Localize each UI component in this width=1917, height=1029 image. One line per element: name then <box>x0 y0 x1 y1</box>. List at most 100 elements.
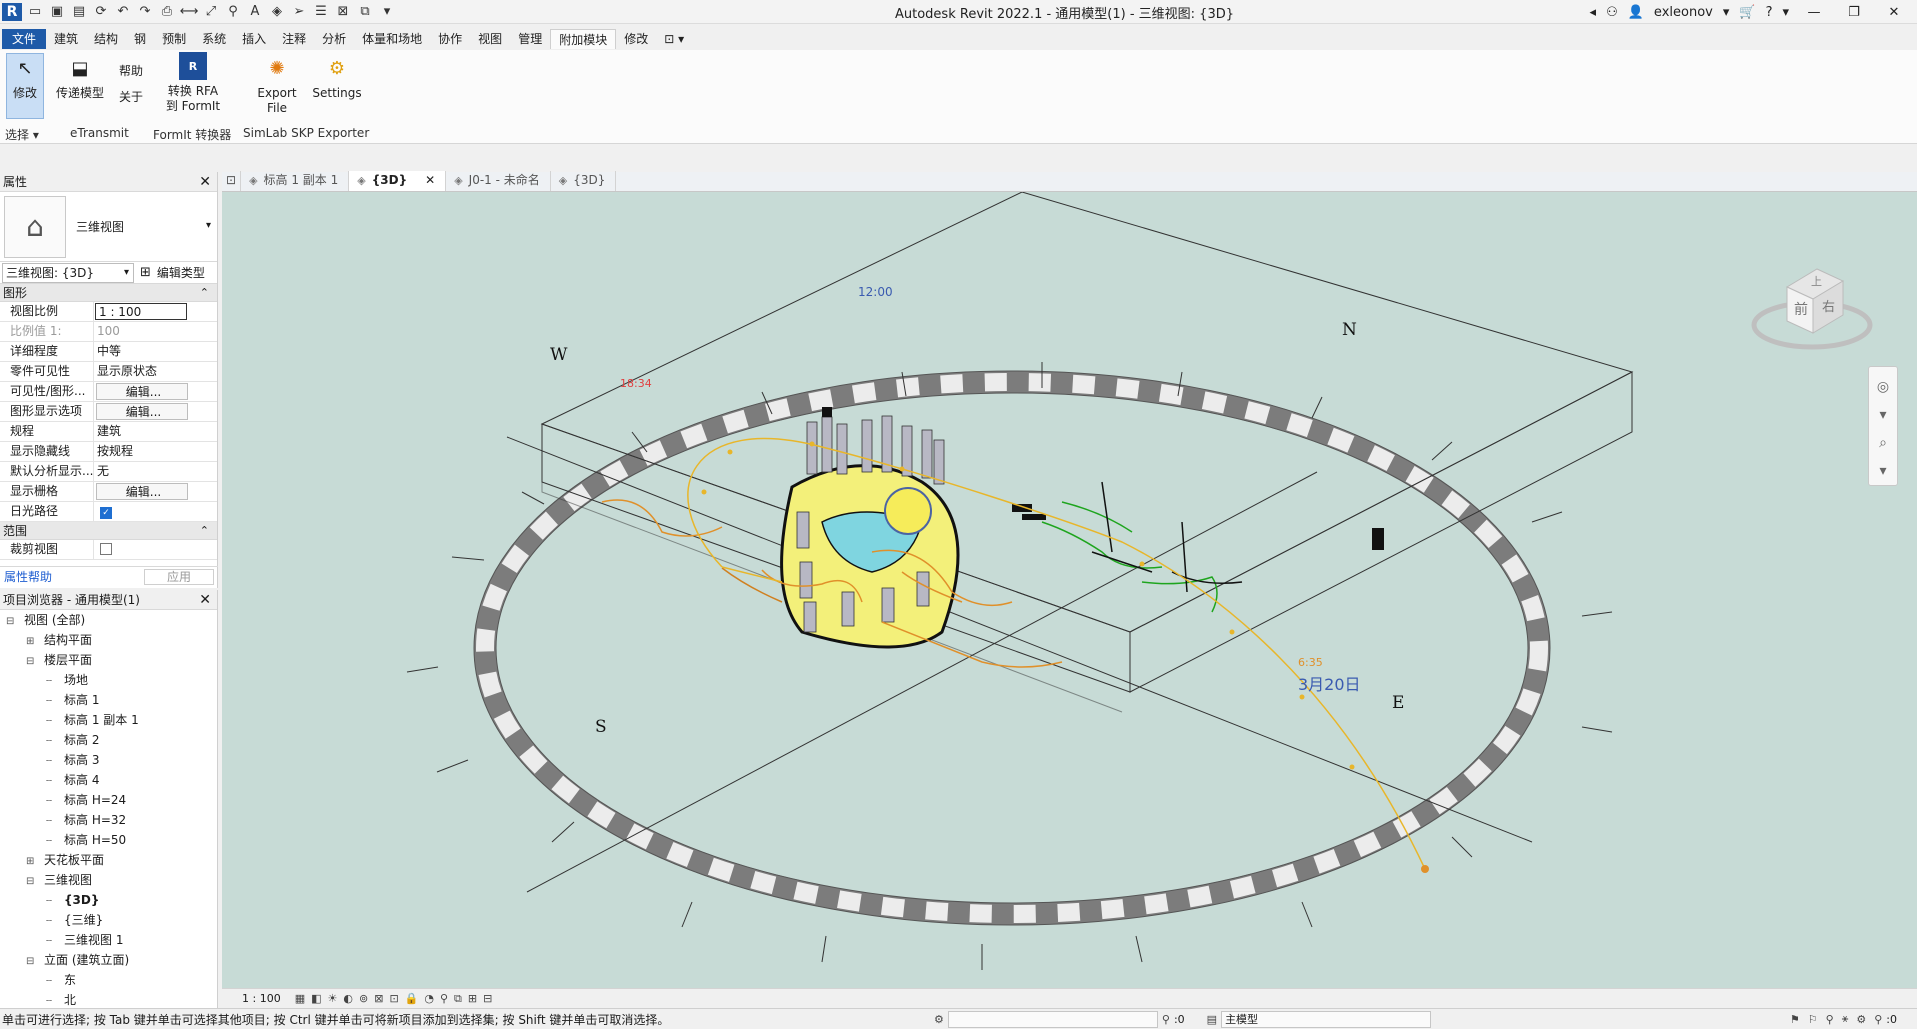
property-value[interactable]: 无 <box>94 462 186 481</box>
filter-icon[interactable]: ⚲ <box>1162 1013 1170 1026</box>
close-window-button[interactable]: ✕ <box>1879 5 1909 20</box>
ribbon-tab[interactable]: 分析 <box>314 29 354 49</box>
property-value[interactable]: 按规程 <box>94 442 186 461</box>
zoom-icon[interactable]: ⌕ <box>1869 435 1897 451</box>
ribbon-toggle-icon[interactable]: ⊡ ▾ <box>656 29 692 49</box>
browser-node[interactable]: ⊟ 楼层平面 <box>0 650 217 670</box>
print-icon[interactable]: ⎙ <box>158 3 176 21</box>
user-dropdown-icon[interactable]: ▾ <box>1723 5 1730 20</box>
drawing-canvas[interactable]: W N E S 12:00 6:35 18:34 3月20日 上 前 右 ◎ ▾… <box>222 192 1917 988</box>
expand-toggle-icon[interactable]: ⊟ <box>26 952 38 972</box>
browser-node[interactable]: ┄ 标高 3 <box>0 750 217 770</box>
browser-node[interactable]: ┄ {3D} <box>0 890 217 910</box>
view-tab[interactable]: ◈ {3D} ✕ <box>349 171 447 191</box>
worksharing-icon[interactable]: ⧉ <box>454 992 462 1006</box>
property-value[interactable]: 建筑 <box>94 422 186 441</box>
ribbon-tab[interactable]: 预制 <box>154 29 194 49</box>
highlight-icon[interactable]: ⊟ <box>483 992 492 1005</box>
type-selector[interactable]: ⌂ 三维视图 ▾ <box>0 192 217 262</box>
property-value[interactable]: ✓ <box>94 502 186 521</box>
collapse-icon[interactable]: ⌃ <box>200 284 209 302</box>
visual-style-icon[interactable]: ◧ <box>311 992 321 1005</box>
temp-hide-icon[interactable]: ◔ <box>424 992 434 1005</box>
about-button[interactable]: 关于 <box>118 90 144 105</box>
save-icon[interactable]: ▤ <box>70 3 88 21</box>
crop-view-checkbox[interactable] <box>100 543 112 555</box>
view-scale[interactable]: 1 : 100 <box>242 992 281 1005</box>
property-value[interactable]: 显示原状态 <box>94 362 186 381</box>
properties-help-link[interactable]: 属性帮助 <box>4 568 52 585</box>
tag-icon[interactable]: ⚲ <box>224 3 242 21</box>
expand-toggle-icon[interactable]: ⊟ <box>26 872 38 892</box>
close-icon[interactable]: ✕ <box>199 172 211 192</box>
ribbon-tab[interactable]: 修改 <box>616 29 656 49</box>
shadows-icon[interactable]: ◐ <box>343 992 353 1005</box>
expand-toggle-icon[interactable]: ⊞ <box>26 852 38 872</box>
ribbon-tab[interactable]: 附加模块 <box>550 29 617 49</box>
view-tab[interactable]: ◈ 标高 1 副本 1 <box>241 171 350 191</box>
property-value[interactable]: 编辑... <box>96 483 188 500</box>
chevron-down-icon[interactable]: ▾ <box>1869 463 1897 479</box>
browser-node[interactable]: ┄ 标高 1 <box>0 690 217 710</box>
graphics-section[interactable]: 图形 ⌃ <box>0 284 217 302</box>
ribbon-tab[interactable]: 协作 <box>430 29 470 49</box>
analytical-icon[interactable]: ⊞ <box>468 992 477 1005</box>
chevron-down-icon[interactable]: ▾ <box>206 220 211 231</box>
show-crop-icon[interactable]: ⊡ <box>389 992 398 1005</box>
ribbon-tab[interactable]: 管理 <box>510 29 550 49</box>
select-face-icon[interactable]: ⚹ <box>1842 1012 1849 1026</box>
undo-icon[interactable]: ↶ <box>114 3 132 21</box>
property-value[interactable]: 编辑... <box>96 403 188 420</box>
modify-button[interactable]: ↖ 修改 <box>6 53 44 119</box>
browser-node[interactable]: ┄ 标高 H=32 <box>0 810 217 830</box>
browser-node[interactable]: ┄ 东 <box>0 970 217 990</box>
section-icon[interactable]: ➢ <box>290 3 308 21</box>
browser-node[interactable]: ┄ 场地 <box>0 670 217 690</box>
browser-node[interactable]: ┄ 标高 4 <box>0 770 217 790</box>
ribbon-tab[interactable]: 建筑 <box>46 29 86 49</box>
user-name[interactable]: exleonov <box>1654 5 1713 20</box>
edit-type-button[interactable]: 编辑类型 <box>157 264 205 281</box>
select-pinned-icon[interactable]: ⚲ <box>1826 1013 1834 1026</box>
model-field[interactable]: 主模型 <box>1221 1010 1432 1028</box>
view-selector-dropdown[interactable]: 三维视图: {3D} <box>2 262 134 283</box>
property-value[interactable]: 编辑... <box>96 383 188 400</box>
browser-node[interactable]: ┄ 北 <box>0 990 217 1008</box>
ribbon-tab[interactable]: 体量和场地 <box>354 29 430 49</box>
crop-view-icon[interactable]: ⊠ <box>374 992 383 1005</box>
minimize-button[interactable]: — <box>1799 5 1829 20</box>
render-icon[interactable]: ⊚ <box>359 992 368 1005</box>
select-links-icon[interactable]: ⚑ <box>1790 1013 1800 1026</box>
close-hidden-icon[interactable]: ⊠ <box>334 3 352 21</box>
ribbon-tab[interactable]: 文件 <box>2 29 47 49</box>
collapse-icon[interactable]: ⌃ <box>200 522 209 540</box>
text-icon[interactable]: A <box>246 3 264 21</box>
browser-node[interactable]: ⊞ 结构平面 <box>0 630 217 650</box>
close-tab-icon[interactable]: ✕ <box>425 173 435 187</box>
view-tab[interactable]: ◈ J0-1 - 未命名 <box>446 171 551 191</box>
settings-button[interactable]: ⚙ Settings <box>312 54 362 101</box>
browser-node[interactable]: ┄ 标高 1 副本 1 <box>0 710 217 730</box>
reveal-hidden-icon[interactable]: ⚲ <box>440 992 448 1005</box>
restore-button[interactable]: ❐ <box>1839 5 1869 20</box>
expand-toggle-icon[interactable]: ⊟ <box>6 612 18 632</box>
cart-icon[interactable]: 🛒 <box>1739 5 1755 20</box>
customize-qat-icon[interactable]: ▾ <box>378 3 396 21</box>
view-tab[interactable]: ◈ {3D} <box>551 171 617 191</box>
sun-path-icon[interactable]: ☀ <box>328 992 338 1005</box>
steering-wheel-icon[interactable]: ◎ <box>1869 379 1897 395</box>
sun-path-3d-view[interactable]: W N E S 12:00 6:35 18:34 3月20日 <box>222 192 1917 988</box>
convert-rfa-button[interactable]: R 转换 RFA 到 FormIt <box>164 52 222 114</box>
redo-icon[interactable]: ↷ <box>136 3 154 21</box>
view-3d-icon[interactable]: ◈ <box>268 3 286 21</box>
open-icon[interactable]: ▭ <box>26 3 44 21</box>
ribbon-tab[interactable]: 插入 <box>234 29 274 49</box>
extents-section[interactable]: 范围 ⌃ <box>0 522 217 540</box>
ribbon-tab[interactable]: 结构 <box>86 29 126 49</box>
back-icon[interactable]: ◂ <box>1590 5 1597 20</box>
chevron-down-icon[interactable]: ▾ <box>1869 407 1897 423</box>
browser-node[interactable]: ⊟ 三维视图 <box>0 870 217 890</box>
sun-path-checkbox[interactable]: ✓ <box>100 507 112 519</box>
ribbon-tab[interactable]: 视图 <box>470 29 510 49</box>
tab-scroll-icon[interactable]: ⊡ <box>222 171 242 191</box>
